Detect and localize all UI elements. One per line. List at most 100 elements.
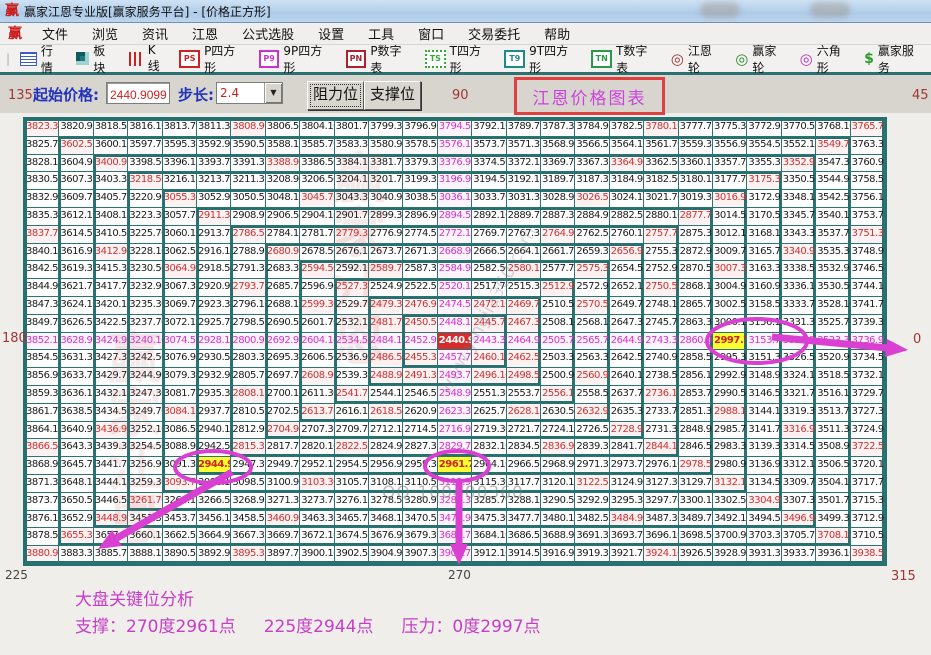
grid-cell: 2500.90: [541, 368, 575, 386]
grid-cell: 2678.50: [300, 244, 334, 262]
menu-help[interactable]: 帮助: [532, 24, 582, 43]
grid-cell: 2980.90: [713, 457, 747, 475]
grid-cell: 2894.50: [438, 208, 472, 226]
grid-cell: 3364.90: [610, 155, 644, 173]
grid-cell: 2704.90: [266, 422, 300, 440]
grid-cell: 3213.70: [197, 172, 231, 190]
support-button[interactable]: 支撑位: [364, 81, 421, 110]
toolbar-label: P四方形: [204, 42, 247, 76]
grid-cell: 2916.10: [197, 244, 231, 262]
grid-cell: 2649.70: [610, 297, 644, 315]
grid-cell: 3458.50: [231, 511, 265, 529]
grid-cell: 3837.70: [25, 226, 59, 244]
grid-cell: 2664.10: [507, 244, 541, 262]
toolbar-button-t-square[interactable]: TS T四方形: [425, 42, 492, 76]
toolbar-button-t-number-table[interactable]: TN T数字表: [591, 42, 658, 76]
grid-cell: 2932.90: [197, 368, 231, 386]
grid-cell: 3048.10: [266, 190, 300, 208]
grid-cell: 3019.30: [679, 190, 713, 208]
toolbar-label: 板块: [93, 42, 117, 76]
menu-trade[interactable]: 交易委托: [456, 24, 532, 43]
grid-cell: 2884.90: [575, 208, 609, 226]
grid-cell: 3194.50: [472, 172, 506, 190]
grid-cell: 3559.30: [679, 137, 713, 155]
grid-cell: 3124.90: [610, 475, 644, 493]
grid-cell: 3098.50: [231, 475, 265, 493]
toolbar-button-gann-wheel[interactable]: ◎ 江恩轮: [671, 42, 723, 76]
grid-cell: 3309.70: [782, 475, 816, 493]
resistance-button[interactable]: 阻力位: [307, 81, 364, 110]
menu-tools[interactable]: 工具: [356, 24, 406, 43]
toolbar-button-kline[interactable]: K线: [129, 43, 167, 74]
grid-cell: 3160.90: [747, 279, 781, 297]
grid-cell: 2800.90: [231, 333, 265, 351]
grid-cell: 3626.50: [59, 315, 93, 333]
toolbar-label: T四方形: [450, 42, 493, 76]
menu-formula-stock-pick[interactable]: 公式选股: [230, 24, 306, 43]
toolbar-button-p-number-table[interactable]: PN P数字表: [346, 42, 413, 76]
grid-cell: 3852.10: [25, 333, 59, 351]
toolbar-button-sectors[interactable]: 板块: [76, 42, 116, 76]
grid-cell: 2642.50: [610, 350, 644, 368]
grid-cell: 2702.50: [266, 404, 300, 422]
grid-cell: 2707.30: [300, 422, 334, 440]
toolbar-button-winner-service[interactable]: $ 赢家服务: [864, 42, 925, 76]
menu-settings[interactable]: 设置: [306, 24, 356, 43]
grid-cell: 2992.90: [713, 368, 747, 386]
grid-cell: 3914.50: [507, 546, 541, 564]
grid-cell: 2947.30: [231, 457, 265, 475]
grid-cell: 3489.70: [679, 511, 713, 529]
menu-news[interactable]: 资讯: [130, 24, 180, 43]
grid-cell: 3612.10: [59, 208, 93, 226]
grid-cell: 3566.50: [575, 137, 609, 155]
chevron-down-icon[interactable]: ▼: [264, 83, 282, 103]
toolbar-label: 江恩轮: [688, 42, 723, 76]
grid-cell: 3751.30: [851, 226, 885, 244]
grid-cell: 2666.50: [472, 244, 506, 262]
grid-cell: 3520.90: [816, 350, 850, 368]
grid-cell: 3518.50: [816, 368, 850, 386]
grid-cell: 3386.50: [300, 155, 334, 173]
grid-cell: 3722.50: [851, 439, 885, 457]
grid-cell: 3734.50: [851, 350, 885, 368]
grid-cell: 2781.70: [300, 226, 334, 244]
grid-cell: 3076.90: [163, 350, 197, 368]
start-price-input[interactable]: [106, 82, 170, 104]
grid-cell: 3880.90: [25, 546, 59, 564]
grid-cell: 2870.50: [679, 261, 713, 279]
grid-cell: 3607.30: [59, 172, 93, 190]
grid-cell: 2512.90: [541, 279, 575, 297]
toolbar-button-hexagon[interactable]: ◎ 六角形: [800, 42, 852, 76]
toolbar-button-9t-square[interactable]: T9 9T四方形: [504, 42, 579, 76]
grid-cell: 3158.50: [747, 297, 781, 315]
grid-cell: 3746.50: [851, 261, 885, 279]
menu-file[interactable]: 文件: [30, 24, 80, 43]
grid-cell: 3885.70: [94, 546, 128, 564]
grid-cell: 2942.50: [197, 439, 231, 457]
toolbar-button-9p-square[interactable]: P9 9P四方形: [259, 42, 334, 76]
step-combobox[interactable]: 2.4 ▼: [216, 82, 283, 104]
grid-cell: 2462.50: [507, 350, 541, 368]
grid-cell: 2889.70: [507, 208, 541, 226]
toolbar-button-winner-wheel[interactable]: ◎ 赢家轮: [735, 42, 787, 76]
grid-cell: 3312.10: [782, 457, 816, 475]
menu-window[interactable]: 窗口: [406, 24, 456, 43]
grid-cell: 2736.10: [644, 386, 678, 404]
menu-browse[interactable]: 浏览: [80, 24, 130, 43]
grid-cell: 3760.90: [851, 155, 885, 173]
grid-cell: 3000.10: [713, 315, 747, 333]
grid-cell: 3679.30: [403, 528, 437, 546]
menu-gann[interactable]: 江恩: [180, 24, 230, 43]
grid-cell: 3643.30: [59, 439, 93, 457]
grid-cell: 2625.70: [472, 404, 506, 422]
grid-cell: 2553.70: [507, 386, 541, 404]
grid-cell: 2486.50: [369, 350, 403, 368]
toolbar-button-quotes[interactable]: 行情: [20, 42, 64, 76]
grid-cell: 2755.30: [644, 244, 678, 262]
toolbar-button-p-square[interactable]: PS P四方形: [179, 42, 246, 76]
grid-cell: 3928.90: [713, 546, 747, 564]
grid-cell: 3525.70: [816, 315, 850, 333]
grid-cell: 3223.30: [128, 208, 162, 226]
grid-cell: 3031.30: [507, 190, 541, 208]
grid-cell: 3916.90: [541, 546, 575, 564]
